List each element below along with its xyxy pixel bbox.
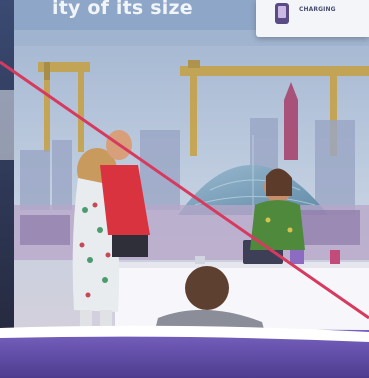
photo-frame: ity of its size CHARGING: [0, 0, 369, 378]
banner-phone-card: CHARGING: [256, 0, 369, 37]
exhibition-booth-photo: [0, 0, 369, 378]
phone-card-text: CHARGING: [299, 6, 336, 13]
phone-icon: [275, 3, 289, 24]
banner-headline: ity of its size: [52, 0, 193, 19]
left-panel: [0, 0, 14, 378]
